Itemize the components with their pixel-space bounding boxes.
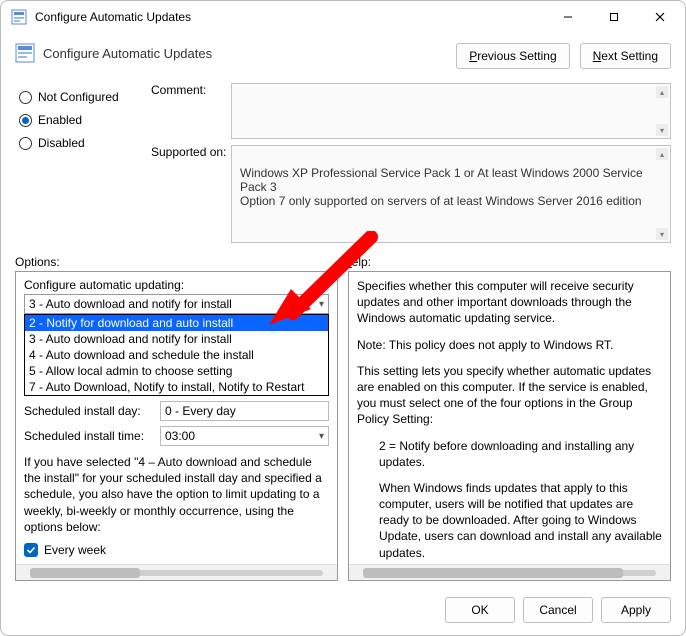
checkbox-checked-icon	[24, 543, 38, 557]
configure-updating-label: Configure automatic updating:	[24, 278, 329, 292]
radio-enabled[interactable]: Enabled	[19, 113, 137, 127]
comment-field[interactable]: ▴ ▾	[231, 83, 671, 139]
radio-icon	[19, 137, 32, 150]
configure-updating-dropdown[interactable]: 2 - Notify for download and auto install…	[24, 314, 329, 396]
help-section-label: Help:	[343, 255, 671, 269]
maximize-button[interactable]	[591, 1, 637, 33]
scroll-down-icon[interactable]: ▾	[656, 228, 668, 240]
help-panel: Specifies whether this computer will rec…	[348, 271, 671, 581]
chevron-down-icon: ▾	[319, 431, 324, 442]
help-text: When Windows finds updates that apply to…	[357, 480, 662, 561]
supported-on-field: Windows XP Professional Service Pack 1 o…	[231, 145, 671, 243]
scheduled-day-combo[interactable]: 0 - Every day	[160, 401, 329, 421]
scheduled-time-label: Scheduled install time:	[24, 429, 154, 443]
next-setting-button[interactable]: Next Setting	[580, 43, 671, 69]
radio-not-configured[interactable]: Not Configured	[19, 90, 137, 104]
horizontal-scrollbar[interactable]	[16, 564, 337, 580]
dropdown-item[interactable]: 2 - Notify for download and auto install	[25, 315, 328, 331]
radio-disabled[interactable]: Disabled	[19, 136, 137, 150]
dropdown-item[interactable]: 5 - Allow local admin to choose setting	[25, 363, 328, 379]
radio-label: Enabled	[38, 113, 82, 127]
previous-setting-button[interactable]: Previous Setting	[456, 43, 569, 69]
every-week-checkbox[interactable]: Every week	[24, 543, 329, 557]
help-text: 2 = Notify before downloading and instal…	[357, 438, 662, 470]
scheduled-day-label: Scheduled install day:	[24, 404, 154, 418]
help-text: This setting lets you specify whether au…	[357, 363, 662, 428]
apply-button[interactable]: Apply	[601, 597, 671, 623]
radio-icon	[19, 114, 32, 127]
page-title: Configure Automatic Updates	[43, 46, 212, 61]
radio-label: Disabled	[38, 136, 85, 150]
help-text: Note: This policy does not apply to Wind…	[357, 337, 662, 353]
horizontal-scrollbar[interactable]	[349, 564, 670, 580]
help-text: Specifies whether this computer will rec…	[357, 278, 662, 327]
options-section-label: Options:	[15, 255, 343, 269]
options-panel: Configure automatic updating: 3 - Auto d…	[15, 271, 338, 581]
configure-updating-combo[interactable]: 3 - Auto download and notify for install…	[24, 294, 329, 314]
dropdown-item[interactable]: 7 - Auto Download, Notify to install, No…	[25, 379, 328, 395]
minimize-button[interactable]	[545, 1, 591, 33]
scheduled-time-combo[interactable]: 03:00 ▾	[160, 426, 329, 446]
chevron-down-icon: ▾	[319, 299, 324, 310]
dropdown-item[interactable]: 3 - Auto download and notify for install	[25, 331, 328, 347]
radio-label: Not Configured	[38, 90, 119, 104]
cancel-button[interactable]: Cancel	[523, 597, 593, 623]
scroll-down-icon[interactable]: ▾	[656, 124, 668, 136]
app-icon	[11, 9, 27, 25]
checkbox-label: Every week	[44, 543, 106, 557]
supported-label: Supported on:	[151, 145, 231, 159]
window-title: Configure Automatic Updates	[35, 10, 545, 24]
ok-button[interactable]: OK	[445, 597, 515, 623]
close-button[interactable]	[637, 1, 683, 33]
comment-label: Comment:	[151, 83, 231, 97]
scroll-up-icon[interactable]: ▴	[656, 148, 668, 160]
radio-icon	[19, 91, 32, 104]
policy-icon	[15, 43, 35, 63]
scroll-up-icon[interactable]: ▴	[656, 86, 668, 98]
options-description: If you have selected "4 – Auto download …	[24, 454, 329, 535]
dropdown-item[interactable]: 4 - Auto download and schedule the insta…	[25, 347, 328, 363]
